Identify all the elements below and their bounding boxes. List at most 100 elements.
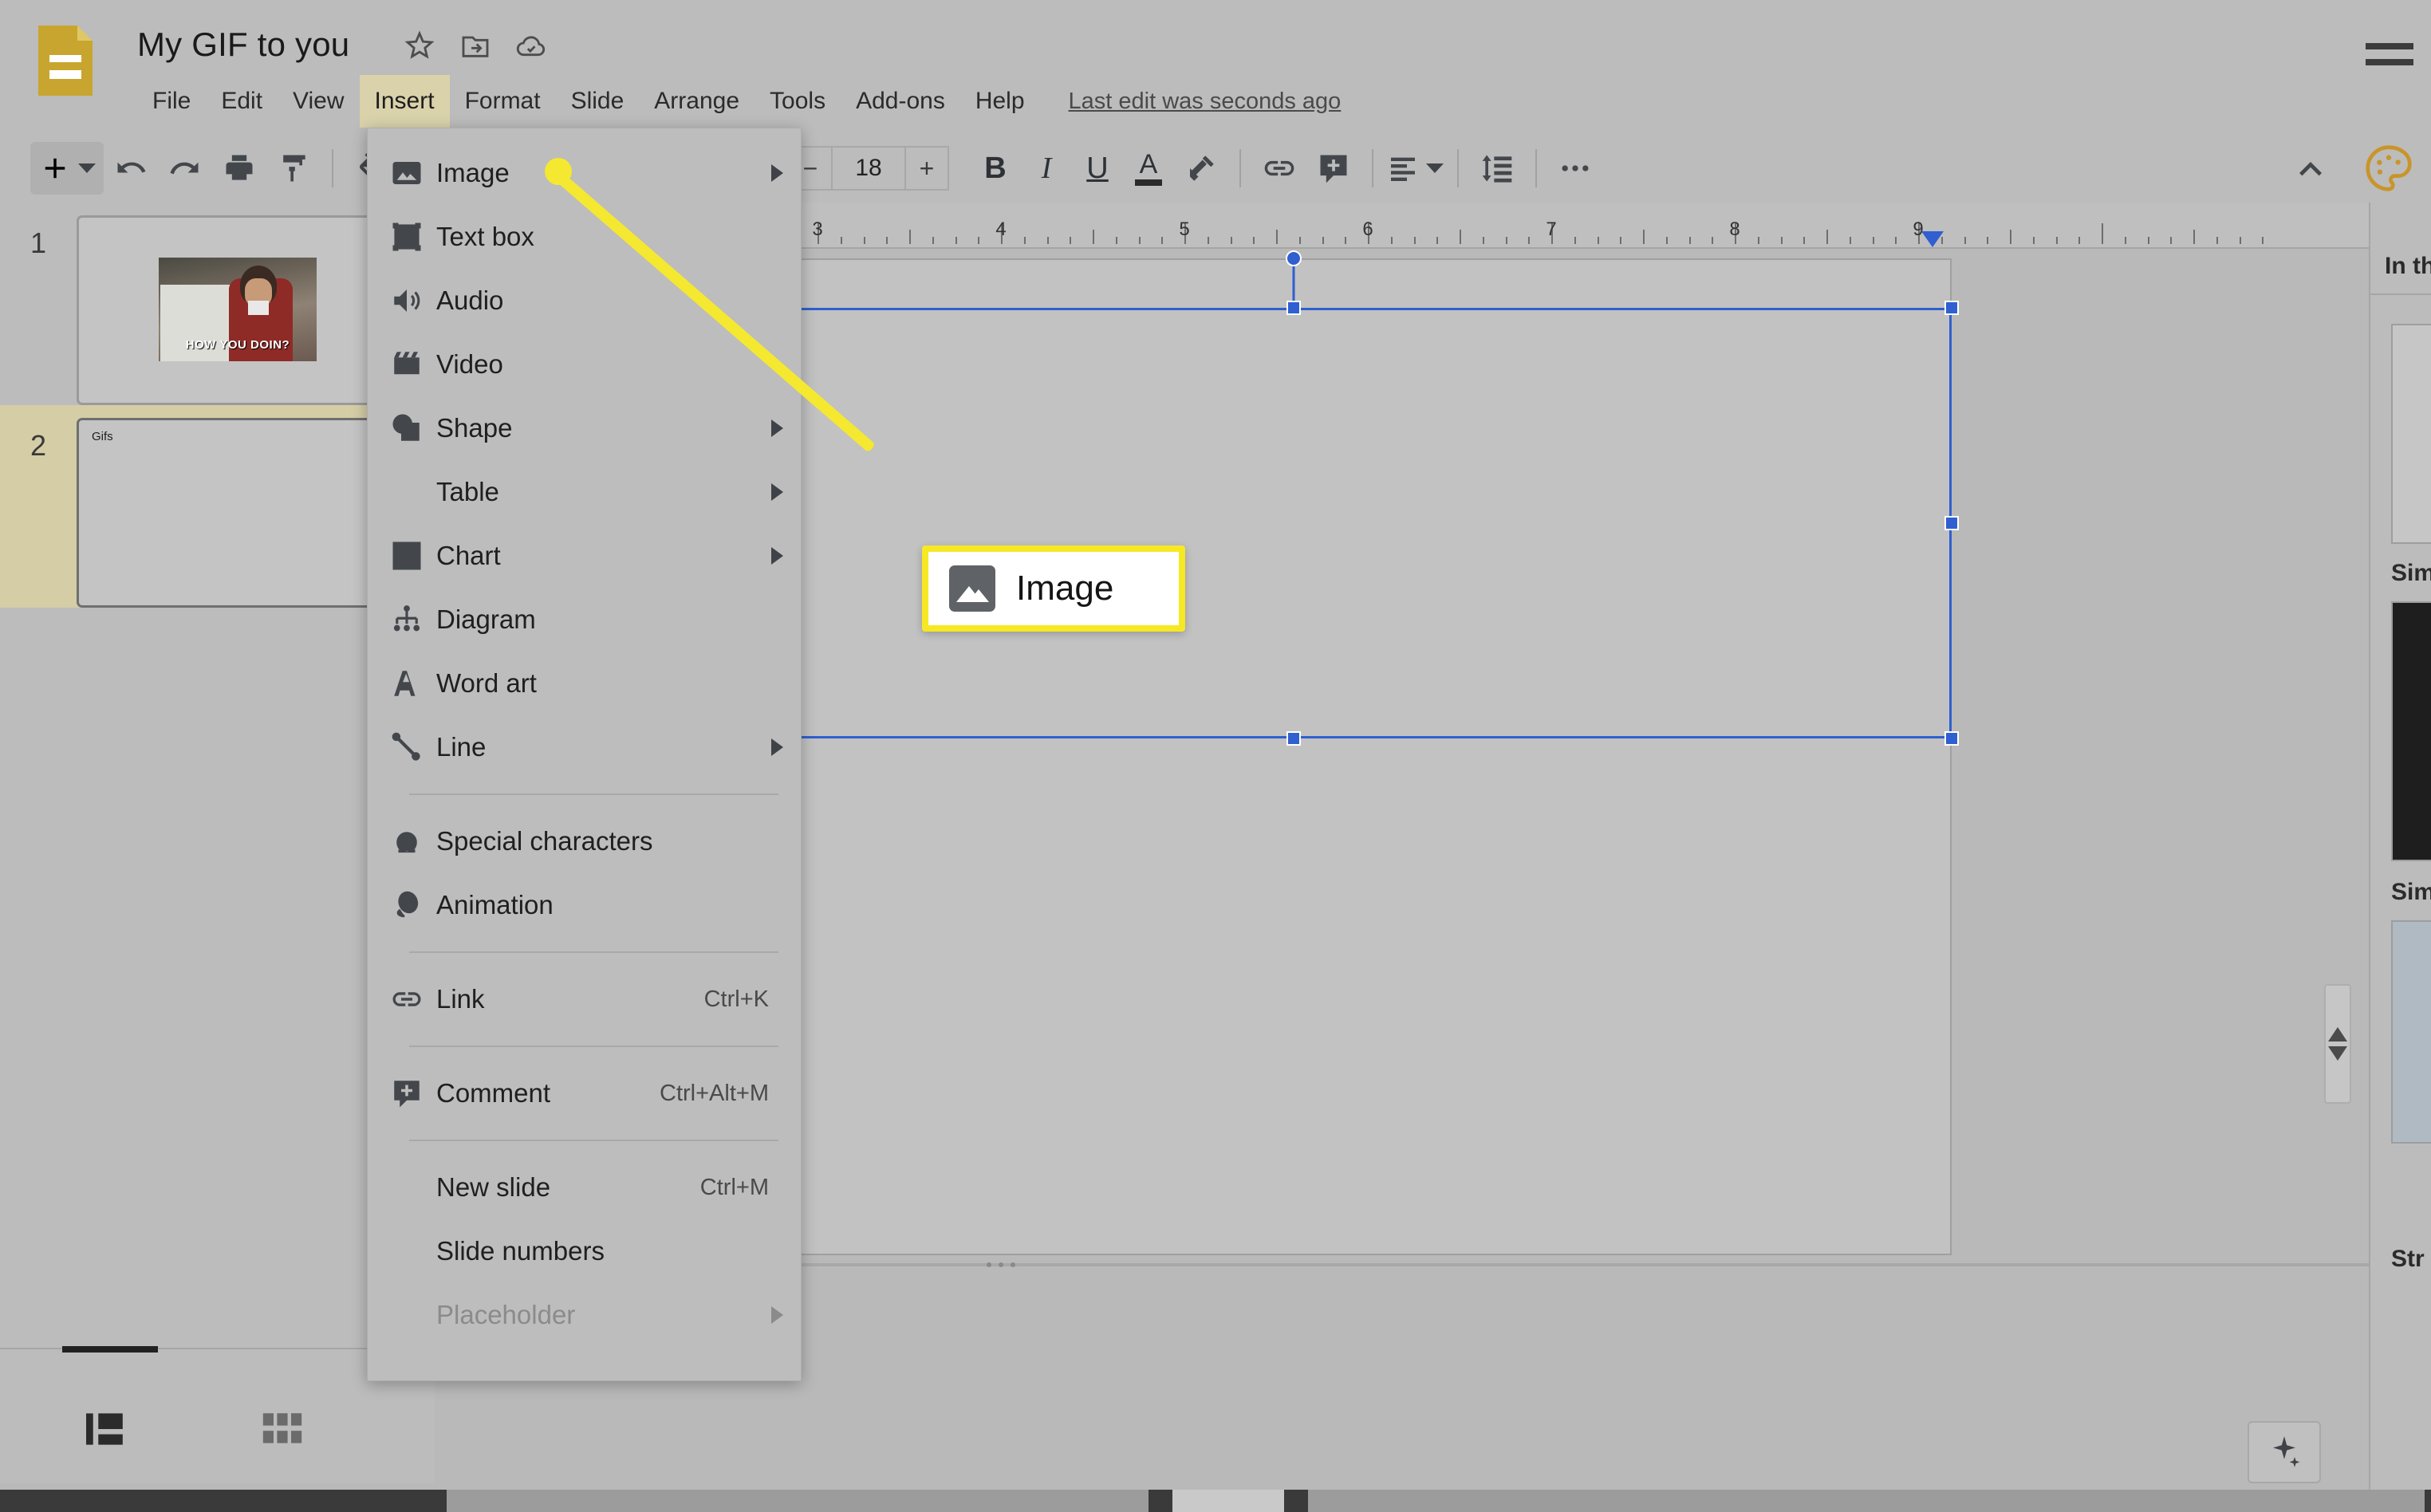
resize-handle-bottom-right[interactable]: [1944, 731, 1959, 746]
menu-item-label: Comment: [436, 1078, 551, 1108]
document-title[interactable]: My GIF to you: [137, 26, 349, 64]
menu-add-ons[interactable]: Add-ons: [841, 75, 960, 128]
rotation-handle[interactable]: [1286, 250, 1302, 266]
menu-item-special-characters[interactable]: Special characters: [368, 809, 801, 873]
italic-button[interactable]: I: [1021, 143, 1072, 194]
menu-item-diagram[interactable]: Diagram: [368, 588, 801, 652]
menu-item-label: Line: [436, 732, 487, 762]
slide-thumbnail[interactable]: HOW YOU DOIN?: [77, 215, 412, 405]
underline-button[interactable]: U: [1072, 143, 1123, 194]
slides-logo-icon[interactable]: [38, 26, 93, 96]
grid-view-button[interactable]: [257, 1407, 308, 1451]
menu-item-label: Link: [436, 984, 485, 1014]
menu-tools[interactable]: Tools: [755, 75, 841, 128]
ruler-tick: [1345, 237, 1347, 244]
last-edit-status[interactable]: Last edit was seconds ago: [1069, 75, 1342, 128]
resize-handle-middle-right[interactable]: [1944, 516, 1959, 530]
ruler-tick: [1115, 237, 1117, 244]
theme-thumbnail-3[interactable]: [2391, 920, 2431, 1144]
menu-edit[interactable]: Edit: [206, 75, 278, 128]
indent-marker[interactable]: [1921, 231, 1944, 247]
theme-thumbnail-1[interactable]: [2391, 324, 2431, 544]
ruler-tick: [1093, 230, 1094, 244]
menu-item-word-art[interactable]: Word art: [368, 652, 801, 715]
ruler-tick: [1665, 237, 1668, 244]
menu-item-video[interactable]: Video: [368, 333, 801, 396]
move-to-folder-icon[interactable]: [459, 29, 492, 62]
menu-insert[interactable]: Insert: [359, 75, 450, 128]
canvas-scrollbar[interactable]: [2324, 984, 2351, 1104]
menu-toggle-icon[interactable]: [2366, 43, 2413, 65]
sparkle-icon: [2273, 1436, 2300, 1467]
add-comment-button[interactable]: [1309, 142, 1358, 195]
resize-handle-top-right[interactable]: [1944, 301, 1959, 315]
scroll-up-icon[interactable]: [2328, 1027, 2347, 1041]
menu-item-new-slide[interactable]: New slide Ctrl+M: [368, 1156, 801, 1219]
ruler-tick: [840, 237, 842, 244]
slide-thumbnail[interactable]: Gifs: [77, 418, 412, 608]
menu-arrange[interactable]: Arrange: [639, 75, 755, 128]
menu-view[interactable]: View: [278, 75, 359, 128]
highlight-color-button[interactable]: [1176, 142, 1226, 195]
menu-help[interactable]: Help: [960, 75, 1040, 128]
increase-font-size-button[interactable]: +: [904, 146, 949, 191]
insert-link-button[interactable]: [1255, 142, 1304, 195]
callout-tooltip: Image: [922, 545, 1185, 632]
menu-item-link[interactable]: Link Ctrl+K: [368, 967, 801, 1031]
new-slide-button[interactable]: [30, 142, 104, 195]
ruler-tick: [1298, 237, 1301, 244]
menu-divider: [409, 793, 778, 795]
menu-item-label: Special characters: [436, 826, 653, 856]
menu-format[interactable]: Format: [450, 75, 556, 128]
menu-item-slide-numbers[interactable]: Slide numbers: [368, 1219, 801, 1283]
menu-item-text-box[interactable]: Text box: [368, 205, 801, 269]
menu-item-label: Video: [436, 349, 503, 379]
undo-button[interactable]: [106, 142, 156, 195]
star-icon[interactable]: [403, 29, 436, 62]
line-spacing-button[interactable]: [1472, 142, 1522, 195]
menu-item-shortcut: Ctrl+Alt+M: [660, 1080, 769, 1106]
theme-thumbnail-2[interactable]: [2391, 601, 2431, 861]
gif-caption: HOW YOU DOIN?: [185, 338, 290, 352]
filmstrip-view-button[interactable]: [80, 1407, 131, 1451]
theme-palette-icon[interactable]: [2361, 140, 2417, 196]
insert-dropdown-menu[interactable]: Image Text box Audio Video Shape Table C…: [367, 128, 802, 1381]
selected-textbox[interactable]: [436, 250, 1959, 746]
menu-item-comment[interactable]: Comment Ctrl+Alt+M: [368, 1061, 801, 1125]
menu-item-placeholder: Placeholder: [368, 1283, 801, 1347]
explore-button[interactable]: [2248, 1421, 2321, 1483]
redo-button[interactable]: [160, 142, 210, 195]
ruler-tick: [2193, 230, 2195, 244]
theme-panel[interactable]: In th Sim Sim Str: [2369, 203, 2431, 1512]
scroll-down-icon[interactable]: [2328, 1046, 2347, 1061]
menu-item-line[interactable]: Line: [368, 715, 801, 779]
audio-icon: [390, 284, 436, 317]
ruler-tick: [1070, 237, 1072, 244]
text-color-button[interactable]: A: [1123, 143, 1174, 194]
cloud-saved-icon[interactable]: [514, 29, 548, 62]
submenu-arrow-icon: [771, 483, 783, 501]
chevron-down-icon[interactable]: [78, 163, 96, 173]
collapse-toolbar-button[interactable]: [2286, 142, 2335, 195]
resize-handle-top-center[interactable]: [1286, 301, 1301, 315]
font-size-input[interactable]: 18: [833, 146, 904, 191]
ruler-tick: [1390, 237, 1393, 244]
bold-button[interactable]: B: [970, 143, 1021, 194]
menu-item-animation[interactable]: Animation: [368, 873, 801, 937]
menu-item-table[interactable]: Table: [368, 460, 801, 524]
ruler-tick: [2124, 237, 2126, 244]
menu-file[interactable]: File: [137, 75, 206, 128]
submenu-arrow-icon: [771, 547, 783, 565]
menu-item-shape[interactable]: Shape: [368, 396, 801, 460]
print-button[interactable]: [215, 142, 264, 195]
resize-handle-bottom-center[interactable]: [1286, 731, 1301, 746]
menu-slide[interactable]: Slide: [556, 75, 640, 128]
chevron-down-icon[interactable]: [1426, 163, 1444, 173]
video-icon: [390, 348, 436, 381]
notes-resize-grip[interactable]: [977, 1257, 1025, 1273]
menu-item-chart[interactable]: Chart: [368, 524, 801, 588]
diagram-icon: [390, 603, 436, 636]
align-button[interactable]: [1387, 142, 1444, 195]
more-options-button[interactable]: [1550, 142, 1600, 195]
paint-format-button[interactable]: [269, 142, 318, 195]
